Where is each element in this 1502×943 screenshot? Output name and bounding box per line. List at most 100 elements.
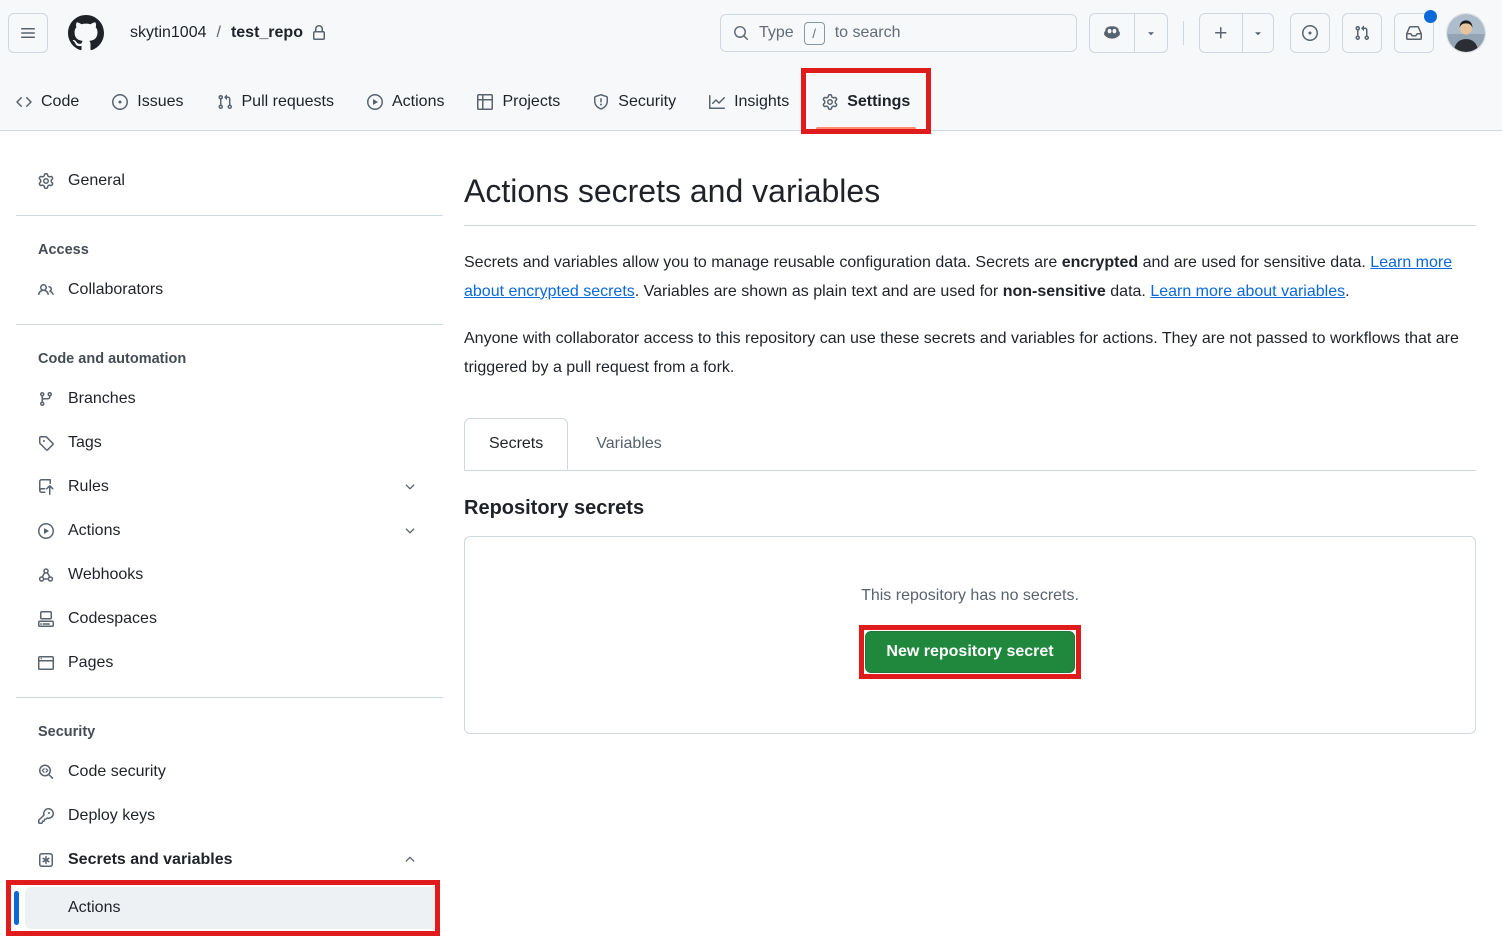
- sidebar-item-label: Branches: [68, 390, 136, 408]
- inbox-button[interactable]: [1394, 13, 1434, 53]
- lock-icon: [311, 25, 327, 41]
- tab-label: Settings: [847, 93, 910, 111]
- sidebar-item-webhooks[interactable]: Webhooks: [8, 553, 443, 597]
- empty-state-message: This repository has no secrets.: [465, 587, 1475, 605]
- header-divider: [1183, 21, 1184, 45]
- tab-pull-requests[interactable]: Pull requests: [209, 84, 343, 120]
- breadcrumb: skytin1004 / test_repo: [130, 24, 327, 42]
- sidebar-item-codespaces[interactable]: Codespaces: [8, 597, 443, 641]
- tab-label: Pull requests: [242, 93, 335, 111]
- empty-state-box: This repository has no secrets. New repo…: [464, 536, 1476, 734]
- play-icon: [38, 523, 54, 539]
- sidebar-item-label: Actions: [68, 522, 120, 540]
- tab-settings[interactable]: Settings: [814, 84, 918, 120]
- create-new-dropdown-button[interactable]: [1242, 14, 1273, 52]
- gear-icon: [822, 94, 838, 110]
- triangle-down-icon: [1252, 27, 1264, 39]
- search-input[interactable]: Type / to search: [720, 14, 1077, 52]
- copilot-button[interactable]: [1090, 14, 1134, 52]
- avatar-photo: [1447, 14, 1485, 52]
- page-title: Actions secrets and variables: [464, 171, 1476, 226]
- create-new-button[interactable]: [1200, 14, 1242, 52]
- app-header: skytin1004 / test_repo Type / to search: [0, 0, 1502, 131]
- avatar[interactable]: [1446, 13, 1486, 53]
- sidebar-subitem-label: Actions: [25, 887, 438, 929]
- sidebar-item-branches[interactable]: Branches: [8, 377, 443, 421]
- sidebar-item-label: Webhooks: [68, 566, 143, 584]
- codescan-icon: [38, 764, 54, 780]
- new-repository-secret-button[interactable]: New repository secret: [865, 631, 1074, 673]
- slash-key-hint: /: [804, 22, 825, 45]
- webhook-icon: [38, 567, 54, 583]
- breadcrumb-owner-link[interactable]: skytin1004: [130, 24, 207, 42]
- sidebar-item-collaborators[interactable]: Collaborators: [8, 268, 443, 312]
- sidebar-item-label: Pages: [68, 654, 113, 672]
- tab-issues[interactable]: Issues: [104, 84, 191, 120]
- tab-secrets[interactable]: Secrets: [464, 418, 568, 470]
- hamburger-menu-button[interactable]: [8, 13, 48, 53]
- intro-bold-non-sensitive: non-sensitive: [1003, 283, 1106, 300]
- issues-dashboard-button[interactable]: [1290, 13, 1330, 53]
- tab-actions[interactable]: Actions: [359, 84, 452, 120]
- intro-text: .: [1345, 283, 1349, 300]
- git-pull-request-icon: [217, 94, 233, 110]
- sidebar-item-label: Secrets and variables: [68, 851, 233, 869]
- tab-code[interactable]: Code: [8, 84, 87, 120]
- tab-variables[interactable]: Variables: [568, 418, 690, 470]
- github-logo[interactable]: [68, 15, 104, 51]
- key-asterisk-icon: [38, 852, 54, 868]
- play-icon: [367, 94, 383, 110]
- tab-insights[interactable]: Insights: [701, 84, 797, 120]
- graph-icon: [709, 94, 725, 110]
- sidebar-subitem-actions-selected[interactable]: Actions: [8, 884, 438, 932]
- breadcrumb-repo-link[interactable]: test_repo: [231, 24, 327, 42]
- link-learn-variables[interactable]: Learn more about variables: [1150, 283, 1345, 300]
- sidebar-item-label: Deploy keys: [68, 807, 155, 825]
- inbox-icon: [1406, 25, 1422, 41]
- intro-paragraph: Secrets and variables allow you to manag…: [464, 248, 1476, 306]
- repo-name: test_repo: [231, 24, 303, 42]
- tab-label: Projects: [502, 93, 560, 111]
- sidebar-item-secrets-and-variables[interactable]: Secrets and variables: [8, 838, 443, 882]
- notification-dot: [1424, 10, 1437, 23]
- settings-sidebar: General Access Collaborators Code and au…: [0, 131, 443, 943]
- sidebar-divider: [16, 215, 443, 216]
- intro-text: . Variables are shown as plain text and …: [635, 283, 1003, 300]
- active-tab-underline: [816, 127, 916, 130]
- sidebar-item-general[interactable]: General: [8, 159, 443, 203]
- git-branch-icon: [38, 391, 54, 407]
- codespaces-icon: [38, 611, 54, 627]
- tab-label: Issues: [137, 93, 183, 111]
- key-icon: [38, 808, 54, 824]
- create-new-split-button: [1199, 13, 1274, 53]
- sidebar-item-tags[interactable]: Tags: [8, 421, 443, 465]
- search-icon: [733, 25, 749, 41]
- sidebar-divider: [16, 324, 443, 325]
- collaborator-note-paragraph: Anyone with collaborator access to this …: [464, 324, 1476, 382]
- copilot-icon: [1103, 24, 1121, 42]
- sidebar-item-rules[interactable]: Rules: [8, 465, 443, 509]
- git-pull-request-icon: [1354, 25, 1370, 41]
- sidebar-item-deploy-keys[interactable]: Deploy keys: [8, 794, 443, 838]
- sidebar-item-code-security[interactable]: Code security: [8, 750, 443, 794]
- tab-security[interactable]: Security: [585, 84, 684, 120]
- sidebar-item-actions[interactable]: Actions: [8, 509, 443, 553]
- sidebar-item-label: Code security: [68, 763, 166, 781]
- header-top-row: skytin1004 / test_repo Type / to search: [0, 0, 1502, 53]
- tab-label: Code: [41, 93, 79, 111]
- sidebar-section-access: Access: [8, 228, 443, 268]
- intro-text: Secrets and variables allow you to manag…: [464, 254, 1062, 271]
- copilot-dropdown-button[interactable]: [1134, 14, 1167, 52]
- github-mark-icon: [68, 15, 104, 51]
- sidebar-item-pages[interactable]: Pages: [8, 641, 443, 685]
- sidebar-section-security: Security: [8, 710, 443, 750]
- sidebar-divider: [16, 697, 443, 698]
- repo-nav-tabs: Code Issues Pull requests Actions Projec…: [0, 74, 1502, 130]
- sidebar-item-label: Collaborators: [68, 281, 163, 299]
- pull-requests-dashboard-button[interactable]: [1342, 13, 1382, 53]
- search-placeholder-suffix: to search: [835, 24, 901, 42]
- breadcrumb-separator: /: [217, 24, 221, 42]
- issue-opened-icon: [112, 94, 128, 110]
- sidebar-item-label: Tags: [68, 434, 102, 452]
- tab-projects[interactable]: Projects: [469, 84, 568, 120]
